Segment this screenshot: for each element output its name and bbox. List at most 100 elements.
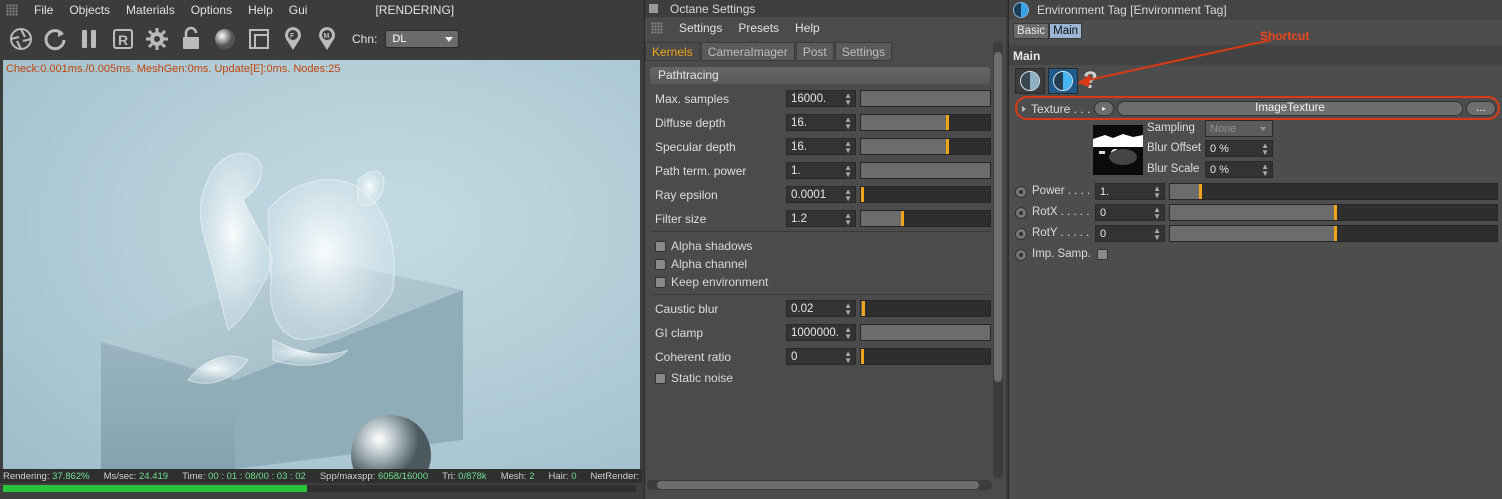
material-pin-icon[interactable]: M bbox=[312, 24, 342, 54]
slider-knob[interactable] bbox=[861, 187, 864, 202]
stepper-icon[interactable]: ▲ ▼ bbox=[1153, 206, 1161, 221]
menu-presets[interactable]: Presets bbox=[730, 21, 787, 35]
pathtracing-section-header[interactable]: Pathtracing bbox=[650, 67, 990, 84]
help-icon[interactable]: ? bbox=[1083, 68, 1098, 94]
param-slider[interactable] bbox=[860, 348, 991, 365]
keep-environment-check[interactable]: Keep environment bbox=[655, 274, 768, 290]
restart-icon[interactable] bbox=[40, 24, 70, 54]
pause-icon[interactable] bbox=[74, 24, 104, 54]
tab-kernels[interactable]: Kernels bbox=[645, 42, 700, 61]
stepper-icon[interactable]: ▲ ▼ bbox=[844, 140, 852, 155]
stepper-icon[interactable]: ▲ ▼ bbox=[844, 212, 852, 227]
stepper-icon[interactable]: ▲ ▼ bbox=[844, 350, 852, 365]
param-field[interactable]: 0 ▲ ▼ bbox=[786, 348, 856, 365]
aperture-icon[interactable] bbox=[6, 24, 36, 54]
texture-preview[interactable] bbox=[1093, 125, 1143, 175]
animate-radio[interactable] bbox=[1015, 207, 1027, 219]
param-slider[interactable] bbox=[860, 186, 991, 203]
tab-post[interactable]: Post bbox=[795, 42, 834, 61]
lock-icon[interactable] bbox=[176, 24, 206, 54]
stepper-icon[interactable]: ▲ ▼ bbox=[844, 116, 852, 131]
menu-options[interactable]: Options bbox=[183, 3, 240, 17]
checkbox[interactable] bbox=[655, 276, 666, 288]
material-ball-icon[interactable] bbox=[210, 24, 240, 54]
animate-radio[interactable] bbox=[1015, 249, 1027, 261]
menu-settings[interactable]: Settings bbox=[671, 21, 730, 35]
environment-mode-gray-icon[interactable] bbox=[1015, 68, 1045, 94]
slider-knob[interactable] bbox=[1334, 205, 1337, 220]
region-icon[interactable]: R bbox=[108, 24, 138, 54]
animate-radio[interactable] bbox=[1015, 228, 1027, 240]
tab-main[interactable]: Main bbox=[1049, 23, 1083, 39]
checkbox[interactable] bbox=[655, 240, 666, 252]
imp-samp-checkbox[interactable] bbox=[1097, 249, 1108, 260]
param-slider[interactable] bbox=[860, 210, 991, 227]
param-field[interactable]: 1.2 ▲ ▼ bbox=[786, 210, 856, 227]
slider-knob[interactable] bbox=[1199, 184, 1202, 199]
param-slider[interactable] bbox=[860, 114, 991, 131]
param-slider[interactable] bbox=[860, 324, 991, 341]
param-field[interactable]: 1000000. ▲ ▼ bbox=[786, 324, 856, 341]
channel-select[interactable]: DL bbox=[385, 30, 460, 48]
window-square-icon[interactable] bbox=[649, 4, 658, 13]
environment-mode-color-icon[interactable] bbox=[1048, 68, 1078, 94]
attribute-slider[interactable] bbox=[1169, 204, 1498, 221]
stepper-icon[interactable]: ▲ ▼ bbox=[1261, 163, 1269, 178]
attribute-slider[interactable] bbox=[1169, 183, 1498, 200]
attribute-field[interactable]: 0 ▲ ▼ bbox=[1095, 225, 1165, 242]
animate-radio[interactable] bbox=[1015, 186, 1027, 198]
param-field[interactable]: 16. ▲ ▼ bbox=[786, 138, 856, 155]
horizontal-scrollbar[interactable] bbox=[647, 480, 992, 490]
vertical-scrollbar[interactable] bbox=[993, 42, 1003, 478]
stepper-icon[interactable]: ▲ ▼ bbox=[844, 302, 852, 317]
alpha-channel-check[interactable]: Alpha channel bbox=[655, 256, 747, 272]
stepper-icon[interactable]: ▲ ▼ bbox=[844, 164, 852, 179]
blur-scale-field[interactable]: 0 % ▲ ▼ bbox=[1205, 161, 1273, 178]
alpha-shadows-check[interactable]: Alpha shadows bbox=[655, 238, 752, 254]
focus-pin-icon[interactable]: F bbox=[278, 24, 308, 54]
slider-knob[interactable] bbox=[946, 139, 949, 154]
stepper-icon[interactable]: ▲ ▼ bbox=[844, 188, 852, 203]
menu-materials[interactable]: Materials bbox=[118, 3, 183, 17]
checkbox[interactable] bbox=[655, 258, 666, 270]
stepper-icon[interactable]: ▲ ▼ bbox=[1261, 142, 1269, 157]
stepper-icon[interactable]: ▲ ▼ bbox=[1153, 227, 1161, 242]
panel-grip-icon[interactable] bbox=[6, 3, 18, 16]
attribute-field[interactable]: 1. ▲ ▼ bbox=[1095, 183, 1165, 200]
blur-offset-field[interactable]: 0 % ▲ ▼ bbox=[1205, 140, 1273, 157]
focus-region-icon[interactable] bbox=[244, 24, 274, 54]
param-field[interactable]: 0.02 ▲ ▼ bbox=[786, 300, 856, 317]
menu-help[interactable]: Help bbox=[787, 21, 828, 35]
param-slider[interactable] bbox=[860, 90, 991, 107]
param-slider[interactable] bbox=[860, 300, 991, 317]
attribute-field[interactable]: 0 ▲ ▼ bbox=[1095, 204, 1165, 221]
checkbox[interactable] bbox=[655, 372, 666, 384]
slider-knob[interactable] bbox=[901, 211, 904, 226]
menu-help[interactable]: Help bbox=[240, 3, 281, 17]
tab-cameraimager[interactable]: CameraImager bbox=[700, 42, 795, 61]
scrollbar-thumb[interactable] bbox=[657, 481, 979, 489]
scrollbar-thumb[interactable] bbox=[994, 52, 1002, 382]
param-slider[interactable] bbox=[860, 138, 991, 155]
sampling-select[interactable]: None bbox=[1205, 120, 1273, 137]
settings-gear-icon[interactable] bbox=[142, 24, 172, 54]
param-field[interactable]: 1. ▲ ▼ bbox=[786, 162, 856, 179]
param-field[interactable]: 16000. ▲ ▼ bbox=[786, 90, 856, 107]
slider-knob[interactable] bbox=[861, 349, 864, 364]
slider-knob[interactable] bbox=[862, 301, 865, 316]
panel-grip-icon[interactable] bbox=[651, 22, 663, 34]
param-field[interactable]: 0.0001 ▲ ▼ bbox=[786, 186, 856, 203]
menu-gui[interactable]: Gui bbox=[281, 3, 316, 17]
slider-knob[interactable] bbox=[946, 115, 949, 130]
render-viewport[interactable]: Check:0.001ms./0.005ms. MeshGen:0ms. Upd… bbox=[3, 60, 640, 469]
slider-knob[interactable] bbox=[1334, 226, 1337, 241]
stepper-icon[interactable]: ▲ ▼ bbox=[844, 92, 852, 107]
static-noise-check[interactable]: Static noise bbox=[655, 370, 733, 386]
tab-settings[interactable]: Settings bbox=[834, 42, 893, 61]
stepper-icon[interactable]: ▲ ▼ bbox=[1153, 185, 1161, 200]
menu-file[interactable]: File bbox=[26, 3, 61, 17]
menu-objects[interactable]: Objects bbox=[61, 3, 118, 17]
attribute-slider[interactable] bbox=[1169, 225, 1498, 242]
tab-basic[interactable]: Basic bbox=[1013, 23, 1050, 39]
param-slider[interactable] bbox=[860, 162, 991, 179]
